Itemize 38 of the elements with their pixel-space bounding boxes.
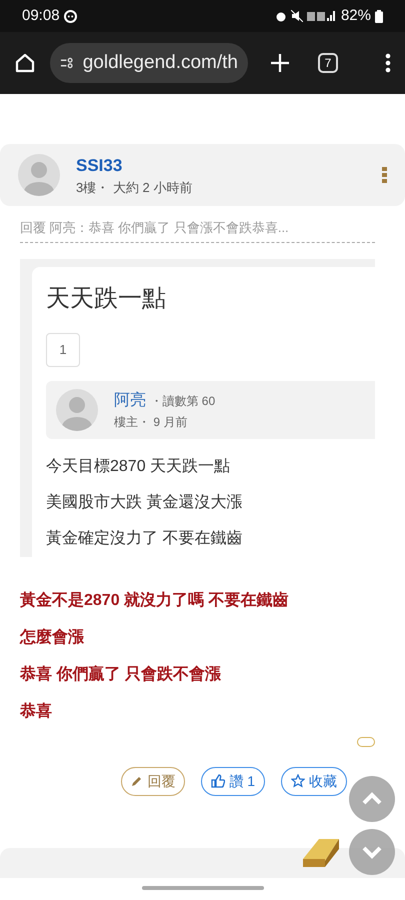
scroll-down-button[interactable] (349, 829, 395, 875)
pencil-icon (131, 775, 144, 787)
avatar-icon (56, 388, 98, 430)
post-text-line: 黃金不是2870 就沒力了嗎 不要在鐵齒 (20, 590, 290, 610)
favorite-button[interactable]: 收藏 (281, 766, 347, 796)
star-icon (291, 774, 305, 788)
post-meta: 樓主・ 9 月前 (114, 414, 188, 430)
post-meta: 3樓・ 大約 2 小時前 (76, 179, 194, 197)
post-text-line: 恭喜 (20, 702, 53, 722)
post-text-line: 恭喜 你們贏了 只會跌不會漲 (20, 664, 222, 684)
quoted-reply: 回覆 阿亮：恭喜 你們贏了 只會漲不會跌恭喜... (20, 218, 375, 242)
menu-icon[interactable] (385, 53, 391, 73)
chevron-up-icon (361, 792, 383, 806)
avatar-icon (18, 154, 60, 196)
like-button[interactable]: 讚 1 (201, 766, 265, 796)
home-icon[interactable] (14, 52, 36, 74)
page-number-button[interactable]: 1 (46, 332, 80, 366)
reply-button[interactable]: 回覆 (121, 766, 186, 796)
author-rank: ・讀數第 60 (150, 394, 216, 408)
mute-icon (290, 10, 303, 22)
post-text-line: 美國股市大跌 黃金還沒大漲 (46, 492, 244, 512)
post-text-line: 今天目標2870 天天跌一點 (46, 456, 232, 476)
app-notification-icon (64, 10, 77, 22)
tab-count-button[interactable]: 7 (318, 53, 338, 73)
more-options-icon[interactable] (382, 167, 387, 183)
post-text-line: 黃金確定沒力了 不要在鐵齒 (46, 528, 244, 548)
battery-percentage: 82% (340, 6, 371, 26)
site-settings-icon (60, 57, 75, 69)
battery-icon (375, 10, 383, 22)
thread-title: 天天跌一點 (46, 284, 167, 314)
author-name[interactable]: SSI33 (76, 152, 366, 178)
clock-time: 09:08 (22, 6, 60, 26)
chevron-down-icon (361, 845, 383, 859)
author-name: 阿亮 (114, 392, 146, 408)
new-tab-icon[interactable] (270, 53, 290, 73)
address-bar[interactable]: goldlegend.com/th (50, 43, 248, 83)
post-text-line: 怎麼會漲 (20, 627, 85, 648)
thumbs-up-icon (211, 774, 226, 788)
